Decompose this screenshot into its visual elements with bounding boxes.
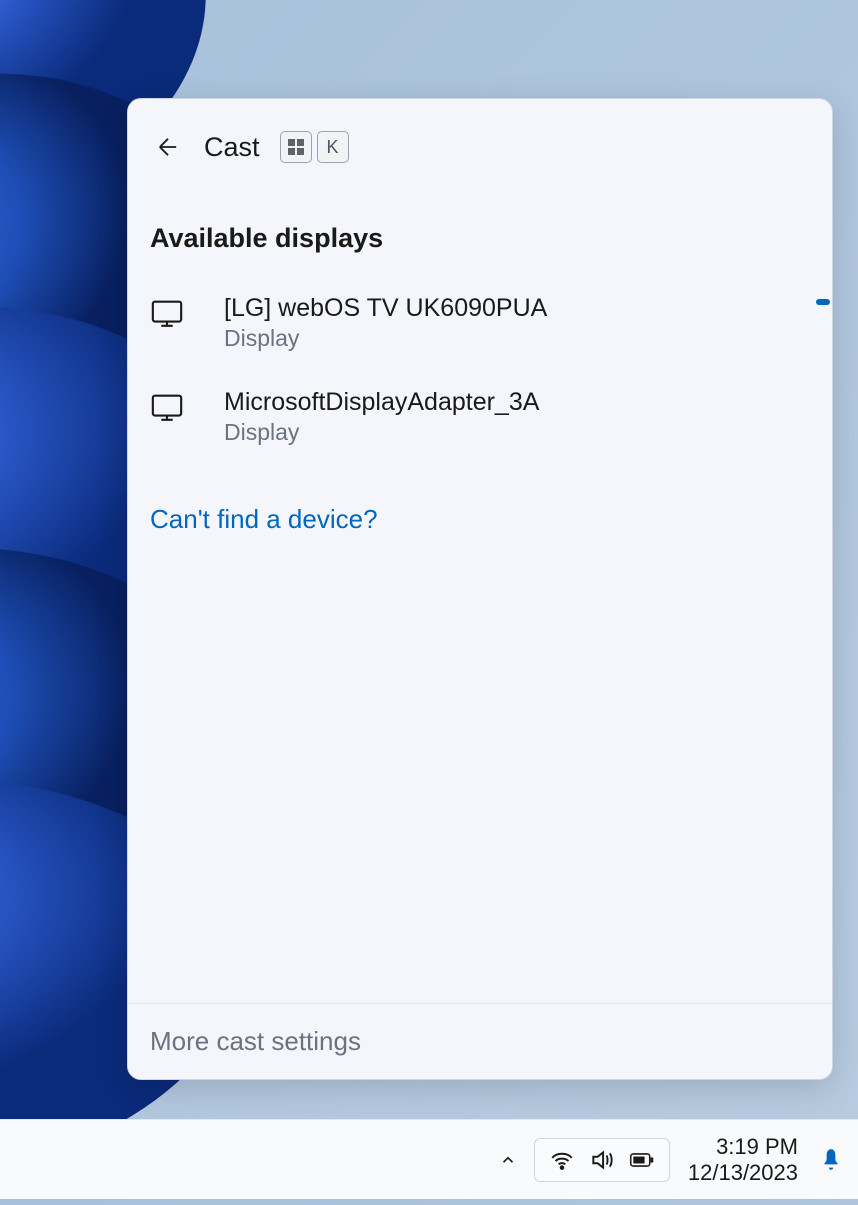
back-button[interactable] bbox=[150, 129, 186, 165]
display-icon bbox=[150, 296, 184, 330]
device-item-lg-tv[interactable]: [LG] webOS TV UK6090PUA Display bbox=[150, 282, 810, 376]
panel-footer: More cast settings bbox=[128, 1003, 832, 1079]
windows-key-icon bbox=[280, 131, 312, 163]
more-cast-settings-link[interactable]: More cast settings bbox=[150, 1026, 810, 1057]
device-type: Display bbox=[224, 325, 547, 352]
panel-title: Cast bbox=[204, 132, 260, 163]
device-type: Display bbox=[224, 419, 539, 446]
panel-content: Available displays [LG] webOS TV UK6090P… bbox=[128, 183, 832, 1003]
cast-panel: Cast K Available displays [LG] webOS TV … bbox=[127, 98, 833, 1080]
k-key-badge: K bbox=[317, 131, 349, 163]
clock-time: 3:19 PM bbox=[716, 1134, 798, 1160]
scanning-indicator bbox=[816, 299, 830, 305]
device-item-msadapter[interactable]: MicrosoftDisplayAdapter_3A Display bbox=[150, 376, 810, 470]
section-heading: Available displays bbox=[150, 223, 810, 254]
notifications-button[interactable] bbox=[816, 1145, 846, 1175]
cant-find-device-link[interactable]: Can't find a device? bbox=[150, 504, 378, 535]
panel-header: Cast K bbox=[128, 99, 832, 183]
taskbar-clock[interactable]: 3:19 PM 12/13/2023 bbox=[678, 1134, 808, 1186]
wifi-icon bbox=[549, 1147, 575, 1173]
device-name: [LG] webOS TV UK6090PUA bbox=[224, 294, 547, 323]
device-name: MicrosoftDisplayAdapter_3A bbox=[224, 388, 539, 417]
battery-icon bbox=[629, 1147, 655, 1173]
volume-icon bbox=[589, 1147, 615, 1173]
taskbar: 3:19 PM 12/13/2023 bbox=[0, 1119, 858, 1199]
system-tray[interactable] bbox=[534, 1138, 670, 1182]
keyboard-shortcut: K bbox=[280, 131, 349, 163]
clock-date: 12/13/2023 bbox=[688, 1160, 798, 1186]
tray-overflow-button[interactable] bbox=[490, 1142, 526, 1178]
display-icon bbox=[150, 390, 184, 424]
